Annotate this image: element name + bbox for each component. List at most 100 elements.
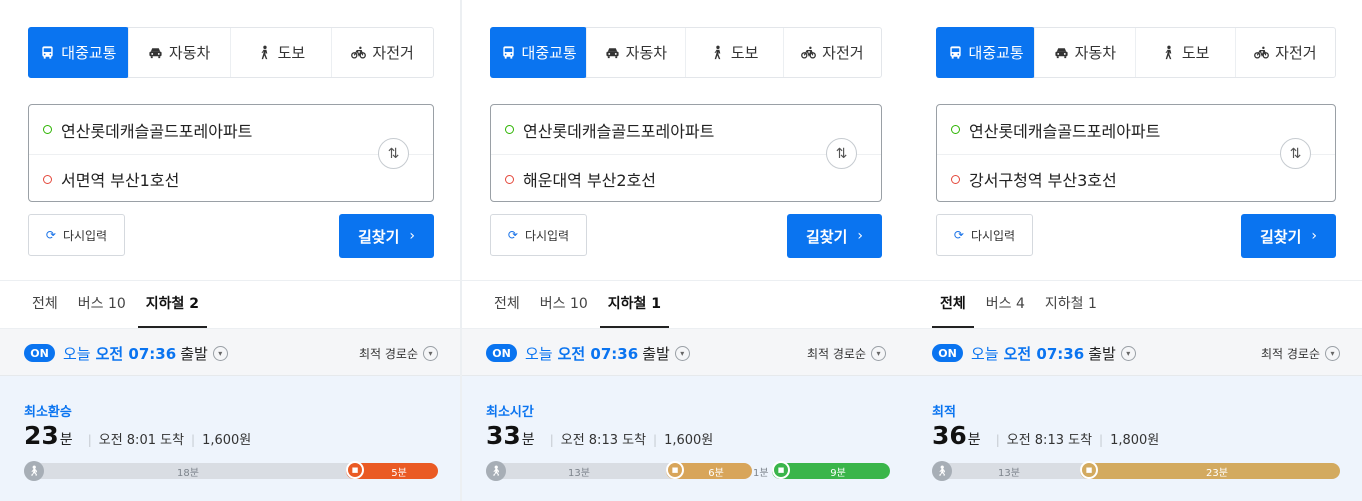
tab-all[interactable]: 전체 [932,292,974,328]
mode-bike-button[interactable]: 자전거 [782,28,881,77]
walking-person-icon: 🚶︎ [932,461,952,481]
depart-suffix: 출발 [1088,345,1116,363]
swap-route-icon[interactable]: ⇅ [1280,138,1311,169]
car-icon [605,45,620,60]
search-label: 길찾기 [357,227,400,246]
destination-field[interactable]: 해운대역 부산2호선 [491,154,881,203]
bike-icon [1254,45,1270,60]
mode-label: 자전거 [1275,44,1317,62]
walking-person-icon: 🚶︎ [486,461,506,481]
tab-bus[interactable]: 버스 10 [78,292,126,328]
transfer-walk-label: 1분 [753,468,769,479]
departure-time-selector[interactable]: 오늘 오전 07:36 출발 ▾ [63,343,228,364]
car-icon [1054,45,1069,60]
search-route-button[interactable]: 길찾기 › [787,214,882,258]
on-toggle[interactable]: ON [24,344,55,362]
reset-button[interactable]: ⟳ 다시입력 [490,214,587,256]
on-toggle[interactable]: ON [486,344,517,362]
mode-car-button[interactable]: 자동차 [1034,28,1134,77]
mode-car-button[interactable]: 자동차 [127,28,230,77]
mode-car-button[interactable]: 자동차 [586,28,684,77]
reset-button[interactable]: ⟳ 다시입력 [936,214,1033,256]
origin-field[interactable]: 연산롯데캐슬골드포레아파트 [29,105,373,154]
divider [0,280,460,281]
mode-walk-button[interactable]: 도보 [684,28,783,77]
search-route-button[interactable]: 길찾기 › [1241,214,1336,258]
origin-field[interactable]: 연산롯데캐슬골드포레아파트 [937,105,1275,154]
route-input-box: 연산롯데캐슬골드포레아파트 강서구청역 부산3호선 ⇅ [936,104,1336,202]
mode-label: 도보 [277,44,306,62]
depart-day: 오늘 [525,345,553,363]
segment-duration-label: 23분 [1206,467,1228,479]
car-icon [148,45,163,60]
origin-dot-icon [505,125,514,134]
mode-transit-button[interactable]: 대중교통 [936,27,1036,78]
chevron-right-icon: › [409,228,415,244]
fare: 1,600원 [664,433,714,448]
tab-subway[interactable]: 지하철 1 [599,292,670,328]
sort-dropdown[interactable]: 최적 경로순 ▾ [807,345,886,362]
walk-segment [486,463,696,479]
swap-route-icon[interactable]: ⇅ [378,138,409,169]
route-result-card[interactable]: 최소시간 33 분 | 오전 8:13 도착 | 1,600원 🚶︎ 13분 6분 ■… [462,376,908,501]
destination-field[interactable]: 서면역 부산1호선 [29,154,433,203]
mode-transit-button[interactable]: 대중교통 [28,27,129,78]
directions-panel: 대중교통 자동차 도보 자전거 [0,0,460,501]
origin-text: 연산롯데캐슬골드포레아파트 [61,121,253,141]
depart-time: 오전 07:36 [557,345,639,363]
sort-label: 최적 경로순 [806,347,866,361]
result-filter-tabs: 전체 버스 10 지하철 2 [32,292,219,328]
result-summary: 23 분 | 오전 8:01 도착 | 1,600원 [24,421,251,450]
destination-field[interactable]: 강서구청역 부산3호선 [937,154,1335,203]
route-input-box: 연산롯데캐슬골드포레아파트 해운대역 부산2호선 ⇅ [490,104,882,202]
mode-bike-button[interactable]: 자전거 [331,28,433,77]
tab-bus[interactable]: 버스 10 [540,292,588,328]
segment-duration-label: 6분 [708,467,724,479]
origin-field[interactable]: 연산롯데캐슬골드포레아파트 [491,105,821,154]
separator: | [1099,433,1104,447]
destination-text: 강서구청역 부산3호선 [969,171,1117,190]
departure-time-selector[interactable]: 오늘 오전 07:36 출발 ▾ [971,343,1136,364]
chevron-down-icon: ▾ [1120,346,1136,361]
depart-suffix: 출발 [642,345,670,363]
tab-all[interactable]: 전체 [32,292,58,328]
mode-bike-button[interactable]: 자전거 [1234,28,1335,77]
tab-subway[interactable]: 지하철 2 [137,292,208,328]
departure-bar: ON 오늘 오전 07:36 출발 ▾ 최적 경로순 ▾ [0,328,460,376]
origin-text: 연산롯데캐슬골드포레아파트 [969,121,1161,141]
tab-bus[interactable]: 버스 4 [986,292,1025,328]
mode-walk-button[interactable]: 도보 [1134,28,1235,77]
search-route-button[interactable]: 길찾기 › [339,214,434,258]
sort-dropdown[interactable]: 최적 경로순 ▾ [1261,345,1340,362]
reset-label: 다시입력 [62,228,108,243]
mode-transit-button[interactable]: 대중교통 [490,27,588,78]
mode-label: 자동차 [168,44,211,62]
tab-subway[interactable]: 지하철 1 [1045,292,1097,328]
sort-dropdown[interactable]: 최적 경로순 ▾ [359,345,438,362]
walk-icon [710,45,725,60]
reset-button[interactable]: ⟳ 다시입력 [28,214,125,256]
departure-time-selector[interactable]: 오늘 오전 07:36 출발 ▾ [525,343,690,364]
result-type-label: 최소시간 [486,405,534,420]
transport-mode-tabs: 대중교통 자동차 도보 자전거 [28,27,434,78]
result-filter-tabs: 전체 버스 10 지하철 1 [494,292,681,328]
mode-walk-button[interactable]: 도보 [229,28,332,77]
separator: | [549,433,554,447]
mode-label: 대중교통 [61,44,117,62]
origin-dot-icon [951,125,960,134]
route-result-card[interactable]: 최소환승 23 분 | 오전 8:01 도착 | 1,600원 🚶︎ 18분 5분 ■ [0,376,460,501]
sort-label: 최적 경로순 [1260,347,1320,361]
separator: | [653,433,658,447]
chevron-down-icon: ▾ [212,346,228,361]
depart-time: 오전 07:36 [95,345,177,363]
divider [908,280,1362,281]
bike-icon [801,45,817,60]
route-result-card[interactable]: 최적 36 분 | 오전 8:13 도착 | 1,800원 🚶︎ 13분 23분 ■ [908,376,1362,501]
result-summary: 36 분 | 오전 8:13 도착 | 1,800원 [932,421,1159,450]
on-toggle[interactable]: ON [932,344,963,362]
segment-duration-label: 9분 [830,467,846,479]
search-label: 길찾기 [805,227,848,246]
tab-all[interactable]: 전체 [494,292,520,328]
swap-route-icon[interactable]: ⇅ [826,138,857,169]
subway-icon: ■ [1080,461,1098,479]
